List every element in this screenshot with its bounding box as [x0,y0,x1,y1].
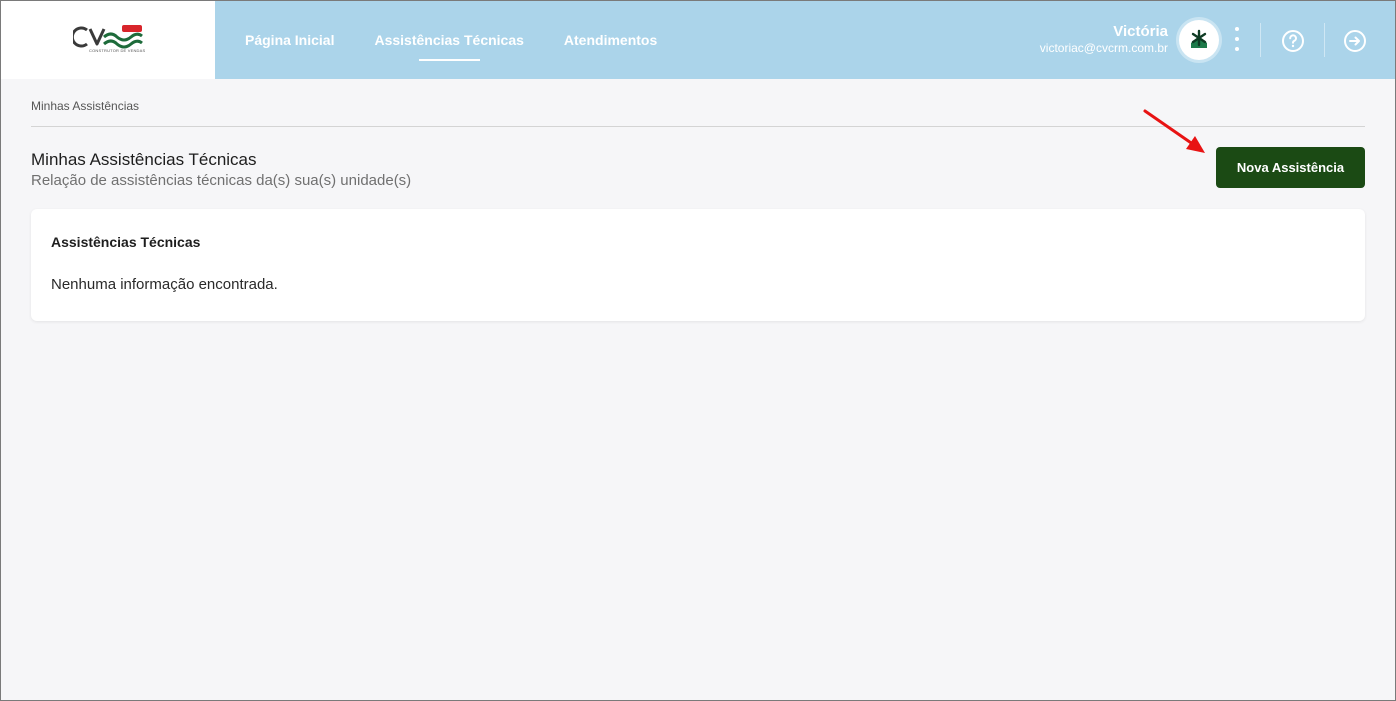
annotation-arrow-icon [1143,109,1205,153]
nav-item-assistencias[interactable]: Assistências Técnicas [374,1,524,79]
kebab-menu-icon[interactable] [1229,27,1245,55]
logout-icon[interactable] [1343,29,1367,53]
user-avatar[interactable] [1179,20,1219,60]
user-email: victoriac@cvcrm.com.br [1039,41,1168,55]
assistencias-card: Assistências Técnicas Nenhuma informação… [31,209,1365,321]
help-circle-icon[interactable] [1281,29,1305,53]
user-name: Victória [1113,23,1168,40]
page-title: Minhas Assistências Técnicas [31,150,257,169]
header-divider [1260,23,1261,57]
nova-assistencia-button[interactable]: Nova Assistência [1216,147,1365,188]
header-divider [1324,23,1325,57]
main-nav: Página Inicial Assistências Técnicas Ate… [245,1,697,79]
card-title: Assistências Técnicas [51,234,201,250]
breadcrumb[interactable]: Minhas Assistências [31,99,139,113]
nav-item-atendimentos[interactable]: Atendimentos [564,1,657,79]
logo-subtitle: CONSTRUTOR DE VENDAS [89,48,146,53]
user-avatar-icon [1191,29,1207,48]
nav-item-home[interactable]: Página Inicial [245,1,334,79]
top-header: CONSTRUTOR DE VENDAS Página Inicial Assi… [1,1,1395,79]
logo-area[interactable]: CONSTRUTOR DE VENDAS [1,1,215,79]
empty-state-message: Nenhuma informação encontrada. [51,276,278,293]
user-info[interactable]: Victória victoriac@cvcrm.com.br [1040,23,1168,55]
app-window: CONSTRUTOR DE VENDAS Página Inicial Assi… [0,0,1396,701]
page-subtitle: Relação de assistências técnicas da(s) s… [31,172,412,189]
